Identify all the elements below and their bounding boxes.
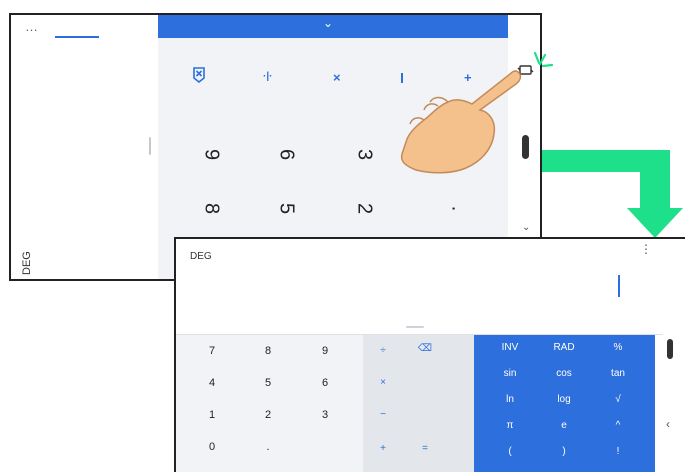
key-6[interactable]: 6 [275, 145, 298, 165]
sin-button[interactable]: sin [490, 368, 530, 379]
percent-button[interactable]: % [598, 342, 638, 353]
key-6[interactable]: 6 [305, 377, 345, 389]
operator-keypad: ÷ ⌫ × − + = [363, 335, 474, 472]
tan-button[interactable]: tan [598, 368, 638, 379]
text-cursor [55, 36, 99, 38]
deg-label-wrap: DEG [21, 251, 35, 305]
transition-arrow-icon [542, 150, 685, 245]
key-4[interactable]: 4 [192, 377, 232, 389]
key-2[interactable]: 2 [353, 199, 376, 219]
ln-button[interactable]: ln [490, 394, 530, 405]
calculator-landscape-after: DEG ⋮ 7 8 9 4 5 6 1 2 3 0 . ÷ ⌫ × − + = … [174, 237, 685, 472]
log-button[interactable]: log [544, 394, 584, 405]
key-decimal[interactable]: . [248, 441, 288, 453]
key-3[interactable]: 3 [353, 145, 376, 165]
chevron-left-icon[interactable]: ‹ [666, 417, 670, 431]
close-paren-button[interactable]: ) [544, 446, 584, 457]
more-options-icon[interactable]: ⋮ [640, 243, 652, 255]
e-button[interactable]: e [544, 420, 584, 431]
key-5[interactable]: 5 [275, 199, 298, 219]
divide-button[interactable]: ÷ [363, 345, 403, 356]
key-8[interactable]: 8 [200, 199, 223, 219]
backspace-icon[interactable] [192, 67, 206, 88]
deg-label: DEG [190, 251, 212, 262]
key-1[interactable]: 1 [192, 409, 232, 421]
inv-button[interactable]: INV [490, 342, 530, 353]
more-options-icon[interactable]: … [25, 19, 38, 34]
digit-keypad: 7 8 9 4 5 6 1 2 3 0 . [176, 335, 363, 472]
deg-label: DEG [21, 251, 33, 275]
pi-button[interactable]: π [490, 420, 530, 431]
key-9[interactable]: 9 [200, 145, 223, 165]
key-5[interactable]: 5 [248, 377, 288, 389]
minus-button[interactable]: − [363, 409, 403, 420]
text-cursor [618, 275, 620, 297]
rad-button[interactable]: RAD [544, 342, 584, 353]
multiply-button[interactable]: × [363, 377, 403, 388]
plus-button[interactable]: + [363, 443, 403, 454]
sqrt-button[interactable]: √ [598, 394, 638, 405]
key-2[interactable]: 2 [248, 409, 288, 421]
scientific-keypad: INV RAD % sin cos tan ln log √ π e ^ ( )… [474, 335, 655, 472]
drag-handle[interactable] [406, 326, 424, 328]
scroll-handle[interactable] [667, 339, 673, 359]
divide-button[interactable]: ·|· [263, 71, 272, 82]
backspace-icon[interactable]: ⌫ [405, 343, 445, 354]
cos-button[interactable]: cos [544, 368, 584, 379]
power-button[interactable]: ^ [598, 420, 638, 431]
key-3[interactable]: 3 [305, 409, 345, 421]
key-7[interactable]: 7 [192, 345, 232, 357]
display-panel [11, 15, 158, 279]
chevron-down-small-icon[interactable]: ⌄ [522, 222, 530, 233]
factorial-button[interactable]: ! [598, 446, 638, 457]
multiply-button[interactable]: × [333, 70, 341, 85]
key-0[interactable]: 0 [192, 441, 232, 453]
equals-button[interactable]: = [405, 443, 445, 454]
open-paren-button[interactable]: ( [490, 446, 530, 457]
pointing-hand-icon [394, 66, 526, 189]
key-8[interactable]: 8 [248, 345, 288, 357]
key-decimal[interactable]: . [447, 199, 470, 219]
drag-handle[interactable] [149, 137, 151, 155]
key-9[interactable]: 9 [305, 345, 345, 357]
chevron-down-icon[interactable]: ⌄ [323, 16, 333, 30]
